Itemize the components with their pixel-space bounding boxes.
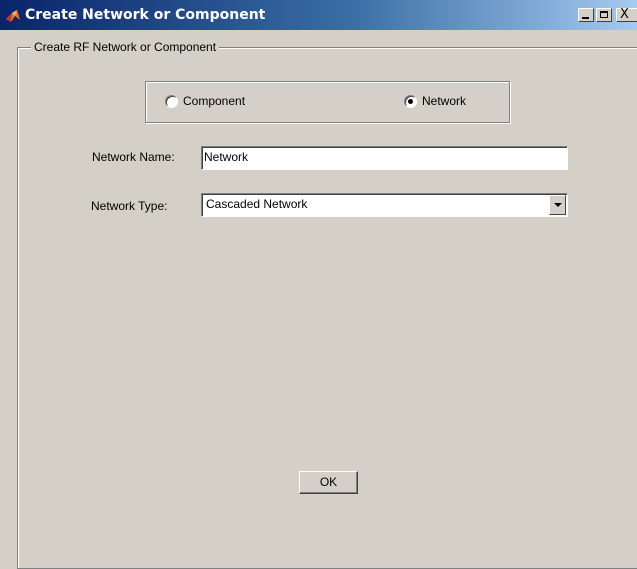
network-type-select[interactable]: Cascaded Network <box>201 193 568 217</box>
close-button[interactable]: X <box>616 8 637 22</box>
chevron-down-icon[interactable] <box>549 195 566 215</box>
close-icon: X <box>620 7 629 22</box>
network-name-input[interactable]: Network <box>201 146 568 170</box>
network-name-label: Network Name: <box>92 150 175 164</box>
group-box-label: Create RF Network or Component <box>31 40 220 54</box>
window-title: Create Network or Component <box>25 7 266 23</box>
maximize-button[interactable] <box>596 8 612 22</box>
ok-button[interactable]: OK <box>299 471 358 494</box>
network-type-label: Network Type: <box>91 199 168 213</box>
network-type-selected-value[interactable]: Cascaded Network <box>206 197 307 211</box>
network-radio-indicator[interactable] <box>404 95 417 108</box>
maximize-icon <box>600 11 608 18</box>
matlab-logo-icon <box>6 10 20 22</box>
minimize-button[interactable] <box>578 8 594 22</box>
title-bar[interactable]: Create Network or Component X <box>0 0 637 30</box>
component-radio-indicator[interactable] <box>165 95 178 108</box>
minimize-icon <box>582 17 589 19</box>
component-radio-label[interactable]: Component <box>183 94 245 108</box>
network-radio-label[interactable]: Network <box>422 94 466 108</box>
